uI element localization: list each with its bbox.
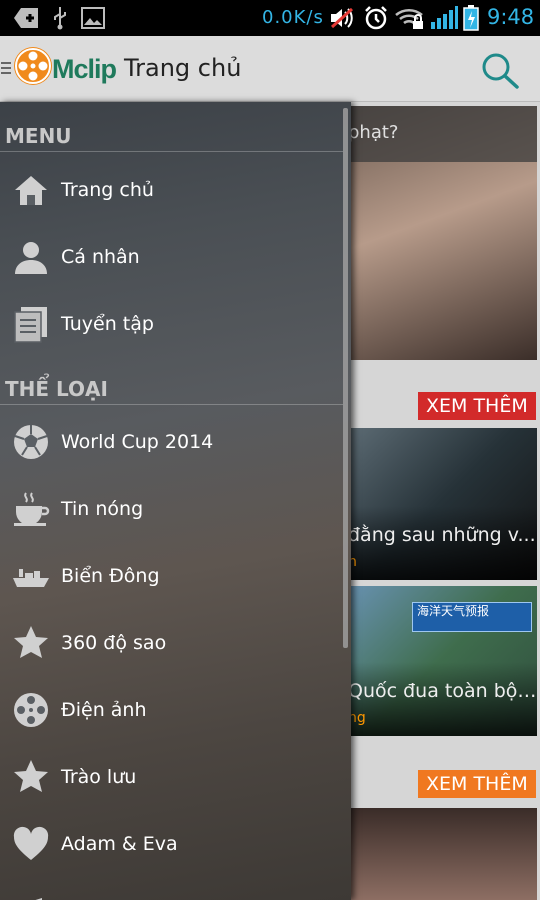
- menu-item-label: 360 độ sao: [61, 632, 167, 654]
- battery-charging-icon: [461, 5, 481, 31]
- film-reel-icon: [14, 693, 48, 727]
- section-header-genres: THỂ LOẠI: [0, 355, 343, 405]
- drawer-scrollbar[interactable]: [343, 108, 348, 648]
- search-icon: [482, 53, 519, 89]
- menu-item-360-stars[interactable]: 360 độ sao: [0, 610, 343, 677]
- search-button[interactable]: [478, 48, 522, 92]
- menu-item-collections[interactable]: Tuyển tập: [0, 291, 343, 358]
- menu-item-label: Điện ảnh: [61, 699, 147, 721]
- coffee-cup-icon: [14, 492, 50, 526]
- news-graphic: 海洋天气预报: [412, 602, 532, 632]
- status-bar: 0.0K/s 9:48: [0, 0, 540, 36]
- clock: 9:48: [487, 5, 535, 29]
- card-title-bar: phạt?: [340, 106, 537, 162]
- signal-icon: [430, 5, 458, 31]
- menu-item-personal[interactable]: Cá nhân: [0, 224, 343, 291]
- menu-item-world-cup[interactable]: World Cup 2014: [0, 409, 343, 476]
- menu-item-label: Trào lưu: [61, 766, 137, 788]
- collection-icon: [14, 307, 47, 343]
- card-title: phạt?: [348, 122, 399, 143]
- star-icon: [14, 626, 48, 658]
- page-title: Trang chủ: [124, 54, 242, 82]
- drawer-toggle-icon[interactable]: [1, 62, 11, 76]
- menu-item-label: Trang chủ: [61, 179, 154, 201]
- navigation-drawer: MENU Trang chủ Cá nhân Tuyển tập THỂ LOẠ…: [0, 102, 351, 900]
- section-title: MENU: [5, 124, 72, 148]
- add-notification-icon: [12, 5, 40, 31]
- menu-item-east-sea[interactable]: Biển Đông: [0, 543, 343, 610]
- menu-item-trends[interactable]: Trào lưu: [0, 744, 343, 811]
- ship-icon: [13, 569, 49, 587]
- video-card[interactable]: 海洋天气预报 Quốc đua toàn bộ ... ng: [340, 586, 537, 736]
- mute-icon: [328, 5, 356, 31]
- person-icon: [15, 242, 47, 274]
- video-card[interactable]: đằng sau những v... n: [340, 428, 537, 580]
- video-card[interactable]: phạt?: [340, 106, 537, 360]
- menu-item-adam-eva[interactable]: Adam & Eva: [0, 811, 343, 878]
- app-root: 0.0K/s 9:48 Mclip Trang chủ phạt? XEM TH…: [0, 0, 540, 900]
- home-icon: [15, 176, 47, 205]
- menu-item-label: Tin nóng: [61, 498, 144, 520]
- soccer-ball-icon: [14, 425, 48, 459]
- see-more-button[interactable]: XEM THÊM: [418, 770, 536, 798]
- menu-item-hot-news[interactable]: Tin nóng: [0, 476, 343, 543]
- see-more-button[interactable]: XEM THÊM: [418, 392, 536, 420]
- menu-item-label: World Cup 2014: [61, 431, 214, 453]
- wifi-lock-icon: [394, 5, 426, 31]
- star-icon: [14, 760, 48, 792]
- video-card[interactable]: [340, 808, 537, 900]
- menu-item-label: Biển Đông: [61, 565, 160, 587]
- app-logo-text: Mclip: [52, 54, 117, 84]
- menu-item-label: Tuyển tập: [61, 313, 154, 335]
- section-title: THỂ LOẠI: [5, 377, 108, 401]
- network-speed: 0.0K/s: [262, 7, 324, 28]
- menu-item-partial[interactable]: [0, 878, 343, 900]
- menu-item-label: Cá nhân: [61, 246, 140, 268]
- alarm-icon: [362, 5, 390, 31]
- menu-item-cinema[interactable]: Điện ảnh: [0, 677, 343, 744]
- megaphone-icon: [35, 898, 42, 900]
- app-logo-icon[interactable]: [14, 47, 52, 85]
- menu-item-label: Adam & Eva: [61, 833, 178, 855]
- action-bar: Mclip Trang chủ: [0, 36, 540, 102]
- menu-item-home[interactable]: Trang chủ: [0, 157, 343, 224]
- heart-icon: [13, 826, 49, 860]
- card-title: Quốc đua toàn bộ ...: [348, 680, 537, 702]
- section-header-menu: MENU: [0, 102, 343, 152]
- card-title: đằng sau những v...: [348, 524, 536, 546]
- image-icon: [80, 5, 106, 31]
- usb-icon: [48, 5, 72, 31]
